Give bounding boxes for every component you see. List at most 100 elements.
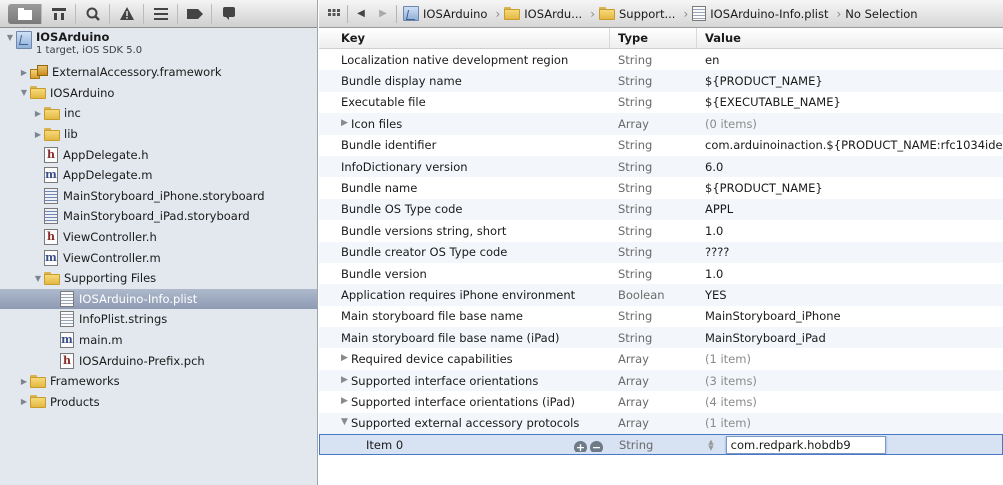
- plist-type-cell[interactable]: String: [610, 245, 697, 259]
- tree-item-products[interactable]: ▶ Products: [0, 392, 317, 413]
- plist-row[interactable]: Bundle OS Type code String APPL: [319, 198, 1003, 221]
- plist-value-cell[interactable]: com.arduinoinaction.${PRODUCT_NAME:rfc10…: [697, 138, 1003, 152]
- tree-item-iosarduino-prefix-pch[interactable]: h IOSArduino-Prefix.pch: [0, 350, 317, 371]
- tree-item-appdelegate-h[interactable]: h AppDelegate.h: [0, 144, 317, 165]
- plist-key-cell[interactable]: ▼ Supported external accessory protocols: [319, 416, 610, 430]
- plist-row[interactable]: ▼ Supported external accessory protocols A…: [319, 412, 1003, 435]
- tree-item-frameworks[interactable]: ▶ Frameworks: [0, 371, 317, 392]
- column-header-key[interactable]: Key: [319, 28, 610, 48]
- plist-key-cell[interactable]: Item 0 + −: [320, 438, 611, 452]
- disclosure-expanded-icon[interactable]: ▼: [32, 272, 44, 284]
- disclosure-collapsed-icon[interactable]: ▶: [18, 375, 30, 387]
- plist-row[interactable]: Bundle versions string, short String 1.0: [319, 220, 1003, 241]
- plist-key-cell[interactable]: Localization native development region: [319, 53, 610, 67]
- disclosure-collapsed-icon[interactable]: ▶: [32, 107, 44, 119]
- plist-row[interactable]: Bundle identifier String com.arduinoinacti…: [319, 135, 1003, 156]
- plist-type-cell[interactable]: String: [610, 267, 697, 281]
- plist-key-cell[interactable]: ▶ Supported interface orientations (iPad): [319, 395, 610, 409]
- plist-value-cell[interactable]: 1.0: [697, 224, 1003, 238]
- tree-item-mainstoryboard-iphone-storyboard[interactable]: MainStoryboard_iPhone.storyboard: [0, 186, 317, 207]
- folder-icon[interactable]: [8, 3, 42, 24]
- plist-value-cell[interactable]: (4 items): [697, 395, 1003, 409]
- disclosure-collapsed-icon[interactable]: ▶: [341, 396, 348, 406]
- plist-key-cell[interactable]: InfoDictionary version: [319, 160, 610, 174]
- tree-item-mainstoryboard-ipad-storyboard[interactable]: MainStoryboard_iPad.storyboard: [0, 206, 317, 227]
- plist-value-cell[interactable]: en: [697, 53, 1003, 67]
- breadcrumb-file[interactable]: IOSArduino-Info.plist ›: [692, 6, 841, 21]
- disclosure-collapsed-icon[interactable]: ▶: [341, 118, 348, 128]
- tree-item-iosarduino-info-plist[interactable]: IOSArduino-Info.plist: [0, 288, 317, 310]
- tree-item-viewcontroller-m[interactable]: m ViewController.m: [0, 247, 317, 268]
- plist-key-cell[interactable]: ▶ Required device capabilities: [319, 352, 610, 366]
- disclosure-expanded-icon[interactable]: ▼: [341, 417, 348, 427]
- plist-key-cell[interactable]: Bundle identifier: [319, 138, 610, 152]
- plist-row[interactable]: Bundle display name String ${PRODUCT_NAME}: [319, 70, 1003, 92]
- back-arrow-icon[interactable]: ◀: [350, 4, 372, 24]
- plist-key-cell[interactable]: Bundle name: [319, 181, 610, 195]
- breadcrumb-supporting-files[interactable]: Support... ›: [599, 7, 688, 21]
- plist-row[interactable]: Bundle name String ${PRODUCT_NAME}: [319, 177, 1003, 198]
- tree-item-infoplist-strings[interactable]: InfoPlist.strings: [0, 309, 317, 330]
- breadcrumb-selection[interactable]: No Selection: [845, 7, 917, 21]
- tree-item-iosarduino[interactable]: ▼ IOSArduino 1 target, iOS SDK 5.0: [0, 28, 317, 62]
- plist-row[interactable]: ▶ Icon files Array (0 items): [319, 113, 1003, 135]
- plist-key-cell[interactable]: ▶ Supported interface orientations: [319, 374, 610, 388]
- plist-row[interactable]: Application requires iPhone environment B…: [319, 284, 1003, 306]
- symbol-icon[interactable]: [42, 3, 76, 24]
- plist-row[interactable]: Executable file String ${EXECUTABLE_NAME}: [319, 92, 1003, 113]
- value-edit-field[interactable]: com.redpark.hobdb9: [725, 435, 886, 454]
- tree-item-viewcontroller-h[interactable]: h ViewController.h: [0, 227, 317, 248]
- plist-row[interactable]: ▶ Required device capabilities Array (1 ite…: [319, 348, 1003, 369]
- plist-type-cell[interactable]: String: [610, 53, 697, 67]
- type-stepper-icon[interactable]: ▲ ▼: [706, 439, 716, 452]
- plist-row-editing[interactable]: Item 0 + − String ▲ ▼ com.redpark.hobdb9: [319, 434, 1003, 456]
- plist-value-cell[interactable]: (3 items): [697, 374, 1003, 388]
- plist-value-cell[interactable]: YES: [697, 288, 1003, 302]
- plist-type-cell[interactable]: String: [611, 438, 698, 452]
- plist-type-cell[interactable]: Array: [610, 416, 697, 430]
- plist-key-cell[interactable]: Bundle display name: [319, 74, 610, 88]
- plist-type-cell[interactable]: String: [610, 181, 697, 195]
- plist-key-cell[interactable]: Main storyboard file base name: [319, 309, 610, 323]
- disclosure-collapsed-icon[interactable]: ▶: [18, 396, 30, 408]
- plist-value-cell[interactable]: ????: [697, 245, 1003, 259]
- plist-key-cell[interactable]: Main storyboard file base name (iPad): [319, 331, 610, 345]
- plist-value-cell[interactable]: ${EXECUTABLE_NAME}: [697, 95, 1003, 109]
- plist-type-cell[interactable]: Array: [610, 395, 697, 409]
- plist-type-cell[interactable]: Array: [610, 374, 697, 388]
- plist-type-cell[interactable]: Array: [610, 117, 697, 131]
- column-header-value[interactable]: Value: [697, 28, 1003, 48]
- plist-value-cell[interactable]: MainStoryboard_iPad: [697, 331, 1003, 345]
- disclosure-expanded-icon[interactable]: ▼: [4, 31, 16, 43]
- search-icon[interactable]: [76, 3, 110, 24]
- plist-row[interactable]: Bundle creator OS Type code String????: [319, 241, 1003, 263]
- plist-key-cell[interactable]: Bundle creator OS Type code: [319, 245, 610, 259]
- disclosure-collapsed-icon[interactable]: ▶: [32, 128, 44, 140]
- plist-type-cell[interactable]: String: [610, 309, 697, 323]
- plist-row[interactable]: Main storyboard file base name String Main…: [319, 306, 1003, 327]
- related-items-icon[interactable]: [323, 4, 345, 24]
- plist-value-cell[interactable]: ${PRODUCT_NAME}: [697, 181, 1003, 195]
- plist-key-cell[interactable]: Application requires iPhone environment: [319, 288, 610, 302]
- plist-type-cell[interactable]: String: [610, 138, 697, 152]
- plist-type-cell[interactable]: Array: [610, 352, 697, 366]
- plist-value-cell[interactable]: (1 item): [697, 416, 1003, 430]
- disclosure-collapsed-icon[interactable]: ▶: [341, 353, 348, 363]
- plist-row[interactable]: ▶ Supported interface orientations Array (3…: [319, 369, 1003, 392]
- warning-icon[interactable]: [110, 3, 144, 24]
- disclosure-expanded-icon[interactable]: ▼: [18, 87, 30, 99]
- plist-type-cell[interactable]: String: [610, 74, 697, 88]
- breadcrumb-project[interactable]: IOSArduino ›: [403, 6, 500, 21]
- breakpoint-icon[interactable]: [178, 3, 212, 24]
- tree-item-inc[interactable]: ▶ inc: [0, 103, 317, 124]
- plist-row[interactable]: InfoDictionary version String 6.0: [319, 155, 1003, 178]
- plist-type-cell[interactable]: String: [610, 331, 697, 345]
- log-icon[interactable]: [212, 4, 246, 24]
- plist-type-cell[interactable]: String: [610, 202, 697, 216]
- plist-row[interactable]: Main storyboard file base name (iPad) Str…: [319, 327, 1003, 349]
- tree-item-lib[interactable]: ▶ lib: [0, 124, 317, 145]
- plist-type-cell[interactable]: String: [610, 95, 697, 109]
- column-header-type[interactable]: Type: [610, 28, 697, 48]
- breadcrumb-group[interactable]: IOSArdu... ›: [504, 7, 595, 21]
- plist-key-cell[interactable]: Executable file: [319, 95, 610, 109]
